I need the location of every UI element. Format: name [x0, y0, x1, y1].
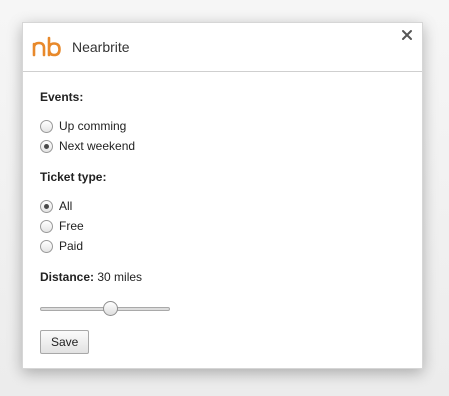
- events-option-next-weekend[interactable]: Next weekend: [40, 136, 405, 156]
- radio-label: Next weekend: [59, 139, 136, 153]
- page-background: Nearbrite Events: Up comming Next weeken…: [0, 0, 449, 396]
- radio-button[interactable]: [40, 219, 53, 233]
- radio-button[interactable]: [40, 119, 53, 133]
- ticket-option-paid[interactable]: Paid: [40, 236, 405, 256]
- events-label: Events:: [40, 90, 84, 104]
- radio-button-selected[interactable]: [40, 199, 53, 213]
- popup-header: Nearbrite: [23, 23, 422, 72]
- ticket-option-free[interactable]: Free: [40, 216, 405, 236]
- ticket-type-radio-group: All Free Paid: [40, 196, 405, 256]
- slider-thumb[interactable]: [103, 301, 118, 316]
- nearbrite-logo-icon: [32, 36, 61, 57]
- settings-popup: Nearbrite Events: Up comming Next weeken…: [22, 22, 423, 369]
- ticket-type-label: Ticket type:: [40, 170, 107, 184]
- radio-label: Free: [59, 219, 84, 233]
- distance-value: 30 miles: [97, 270, 143, 284]
- radio-label: Up comming: [59, 119, 127, 133]
- distance-label: Distance:: [40, 270, 95, 284]
- save-button[interactable]: Save: [40, 330, 90, 354]
- events-option-upcoming[interactable]: Up comming: [40, 116, 405, 136]
- popup-content: Events: Up comming Next weekend Ticket t…: [23, 90, 422, 354]
- distance-slider[interactable]: [40, 301, 170, 317]
- events-radio-group: Up comming Next weekend: [40, 116, 405, 156]
- radio-label: Paid: [59, 239, 84, 253]
- close-icon[interactable]: [400, 28, 414, 42]
- radio-button[interactable]: [40, 239, 53, 253]
- radio-button-selected[interactable]: [40, 139, 53, 153]
- distance-row: Distance: 30 miles: [40, 270, 405, 284]
- app-title: Nearbrite: [72, 39, 130, 55]
- radio-label: All: [59, 199, 73, 213]
- ticket-option-all[interactable]: All: [40, 196, 405, 216]
